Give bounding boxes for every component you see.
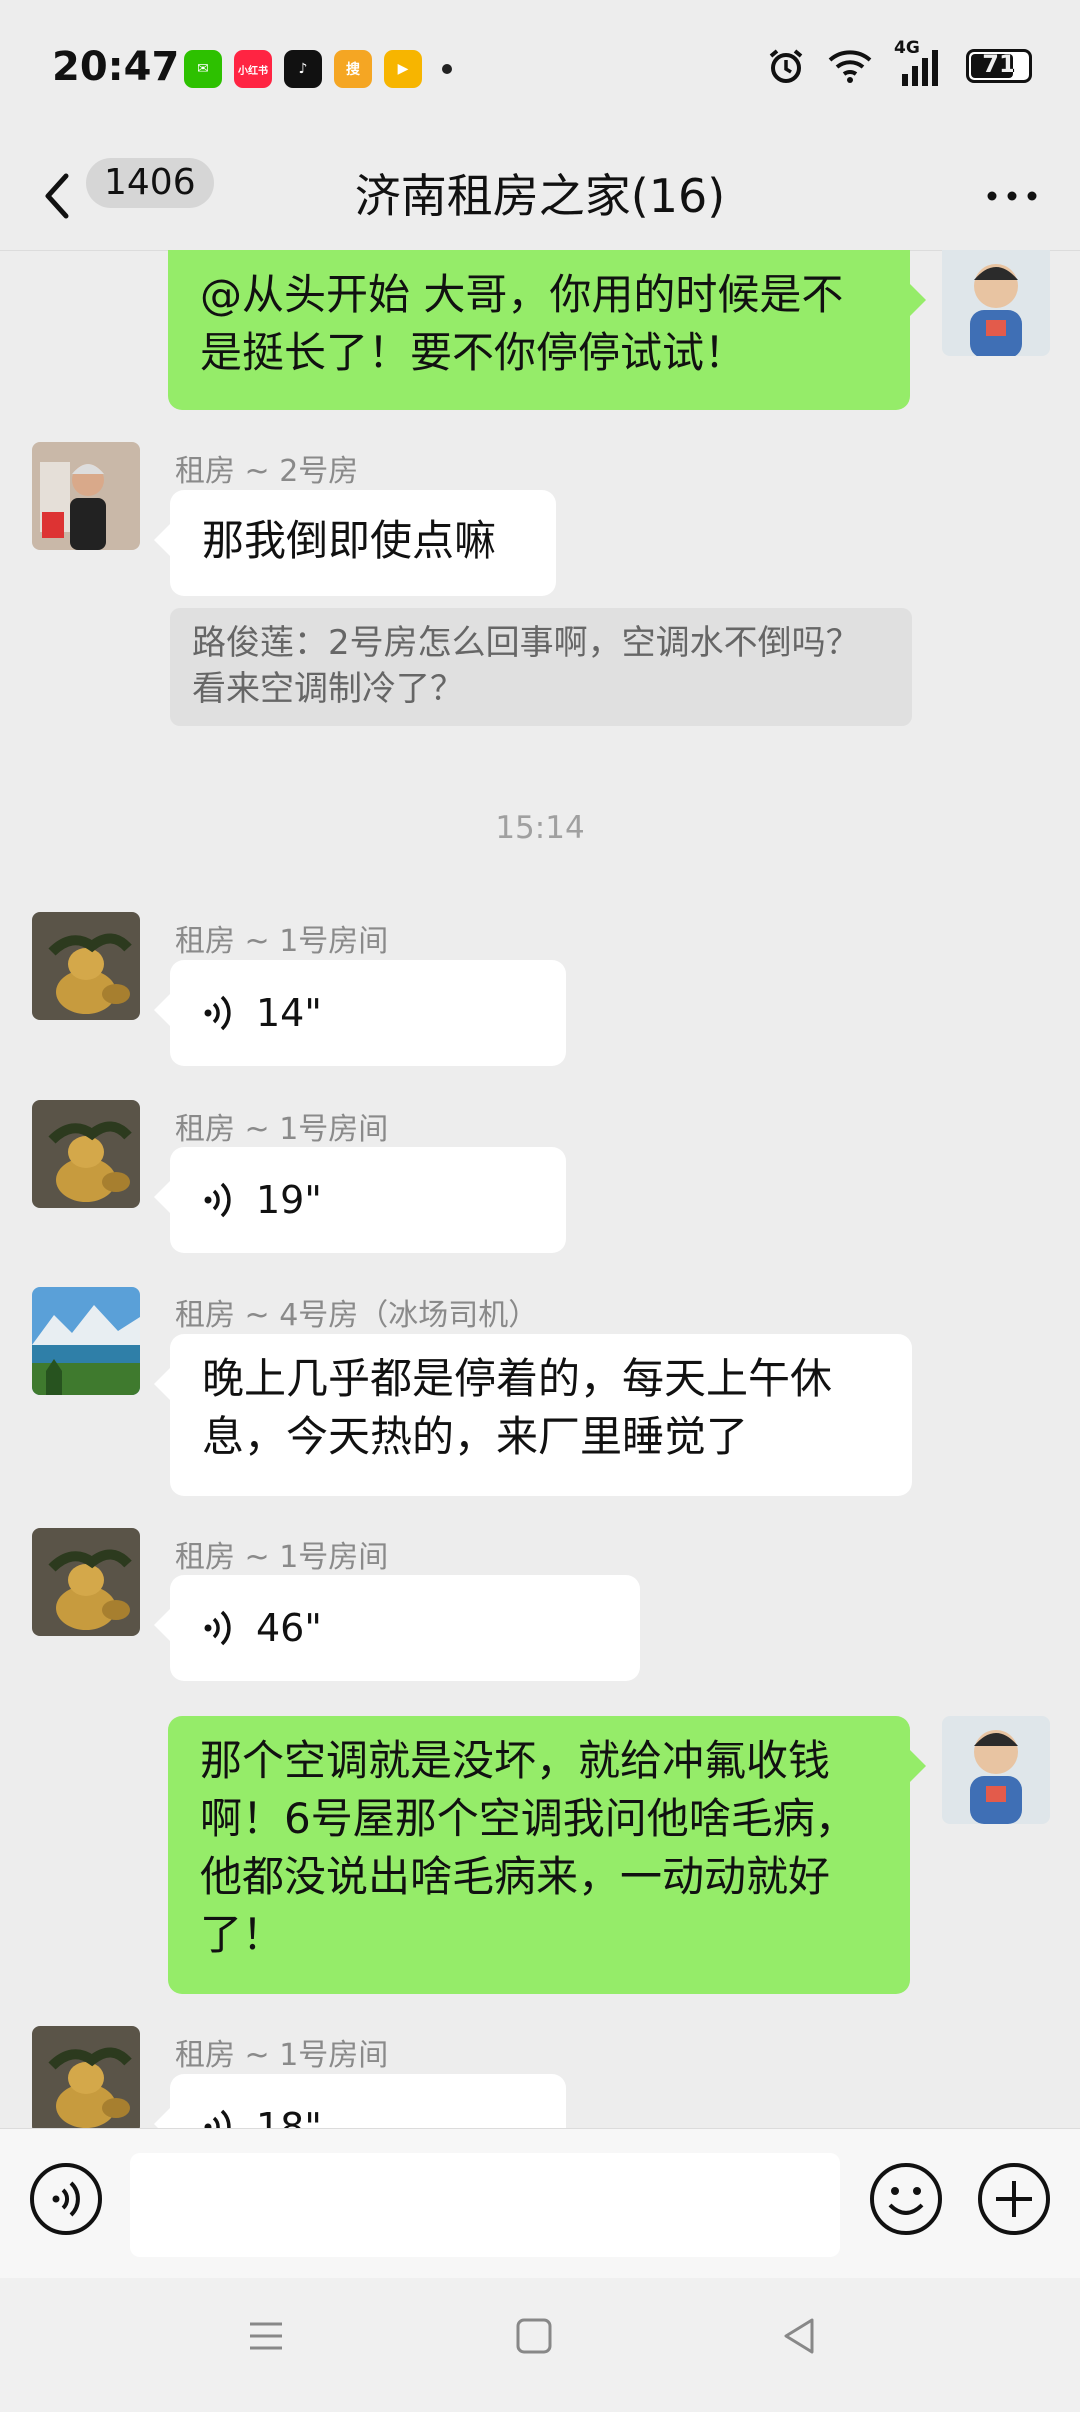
- sender-avatar[interactable]: [32, 2026, 140, 2128]
- message-bubble[interactable]: 那我倒即使点嘛: [154, 490, 556, 596]
- tiktok-app-icon: ♪: [284, 50, 322, 88]
- back-nav-icon[interactable]: [778, 2314, 822, 2358]
- voice-wave-icon: [204, 1610, 231, 1646]
- alarm-icon: [769, 49, 803, 83]
- voice-wave-icon: [204, 1182, 231, 1218]
- sender-name: 租房 ~ 1号房间: [175, 1540, 389, 1575]
- voice-wave-icon: [204, 995, 231, 1031]
- own-avatar[interactable]: [942, 250, 1050, 356]
- status-bar: 20:47 ✉ 小红书 ♪ 搜 ▶ 4G 71: [0, 0, 1080, 140]
- chat-header: 1406 济南租房之家(16): [0, 140, 1080, 251]
- wechat-app-icon: ✉: [184, 50, 222, 88]
- sender-name: 租房 ~ 1号房间: [175, 924, 389, 959]
- more-notifications-dot: [442, 64, 452, 74]
- battery-icon: 71: [966, 49, 1032, 83]
- voice-duration: 19": [256, 1178, 322, 1222]
- chat-title: 济南租房之家(16): [354, 169, 726, 223]
- sender-avatar[interactable]: [32, 1100, 140, 1208]
- more-options-icon[interactable]: [982, 166, 1042, 226]
- sender-name: 租房 ~ 1号房间: [175, 1112, 389, 1147]
- sender-avatar[interactable]: [32, 442, 140, 550]
- cellular-signal-icon: 4G: [894, 38, 944, 86]
- timestamp: 15:14: [495, 810, 585, 846]
- voice-message[interactable]: 18": [154, 2074, 566, 2128]
- sender-name: 租房 ~ 1号房间: [175, 2038, 389, 2073]
- video-app-icon: ▶: [384, 50, 422, 88]
- xiaohongshu-app-icon: 小红书: [234, 50, 272, 88]
- network-type-label: 4G: [894, 38, 920, 58]
- battery-level: 71: [982, 50, 1016, 78]
- own-avatar[interactable]: [942, 1716, 1050, 1824]
- own-message-bubble[interactable]: 那个空调就是没坏，就给冲氟收钱啊！6号屋那个空调我问他啥毛病，他都没说出啥毛病来…: [168, 1716, 926, 1994]
- notification-icons: ✉ 小红书 ♪ 搜 ▶: [184, 50, 452, 88]
- sender-avatar[interactable]: [32, 1287, 140, 1395]
- voice-duration: 46": [256, 1606, 322, 1650]
- voice-message[interactable]: 19": [154, 1147, 566, 1253]
- sender-name: 租房 ~ 2号房: [175, 454, 359, 489]
- emoji-icon[interactable]: [868, 2161, 944, 2237]
- own-message-bubble[interactable]: @从头开始 大哥，你用的时候是不是挺长了！要不你停停试试！: [168, 250, 926, 410]
- soutu-app-icon: 搜: [334, 50, 372, 88]
- quoted-message[interactable]: 路俊莲：2号房怎么回事啊，空调水不倒吗？看来空调制冷了？: [170, 608, 912, 726]
- voice-message[interactable]: 14": [154, 960, 566, 1066]
- wifi-icon: [828, 50, 872, 83]
- sender-avatar[interactable]: [32, 1528, 140, 1636]
- voice-wave-icon: [204, 2109, 231, 2128]
- voice-input-icon[interactable]: [28, 2161, 104, 2237]
- add-more-icon[interactable]: [976, 2161, 1052, 2237]
- message-input[interactable]: [130, 2153, 840, 2257]
- home-nav-icon[interactable]: [512, 2314, 556, 2358]
- voice-duration: 18": [256, 2105, 322, 2128]
- sender-name: 租房 ~ 4号房（冰场司机）: [175, 1298, 539, 1333]
- voice-message[interactable]: 46": [154, 1575, 640, 1681]
- message-list[interactable]: @从头开始 大哥，你用的时候是不是挺长了！要不你停停试试！ 租房 ~ 2号房 那…: [0, 250, 1080, 2128]
- input-bar: [0, 2128, 1080, 2279]
- voice-duration: 14": [256, 991, 322, 1035]
- menu-nav-icon[interactable]: [244, 2314, 288, 2358]
- system-indicators: 4G 71: [766, 38, 1032, 86]
- sender-avatar[interactable]: [32, 912, 140, 1020]
- message-bubble[interactable]: 晚上几乎都是停着的，每天上午休息，今天热的，来厂里睡觉了: [154, 1334, 912, 1496]
- system-nav-bar: [0, 2278, 1080, 2412]
- clock: 20:47: [52, 44, 180, 90]
